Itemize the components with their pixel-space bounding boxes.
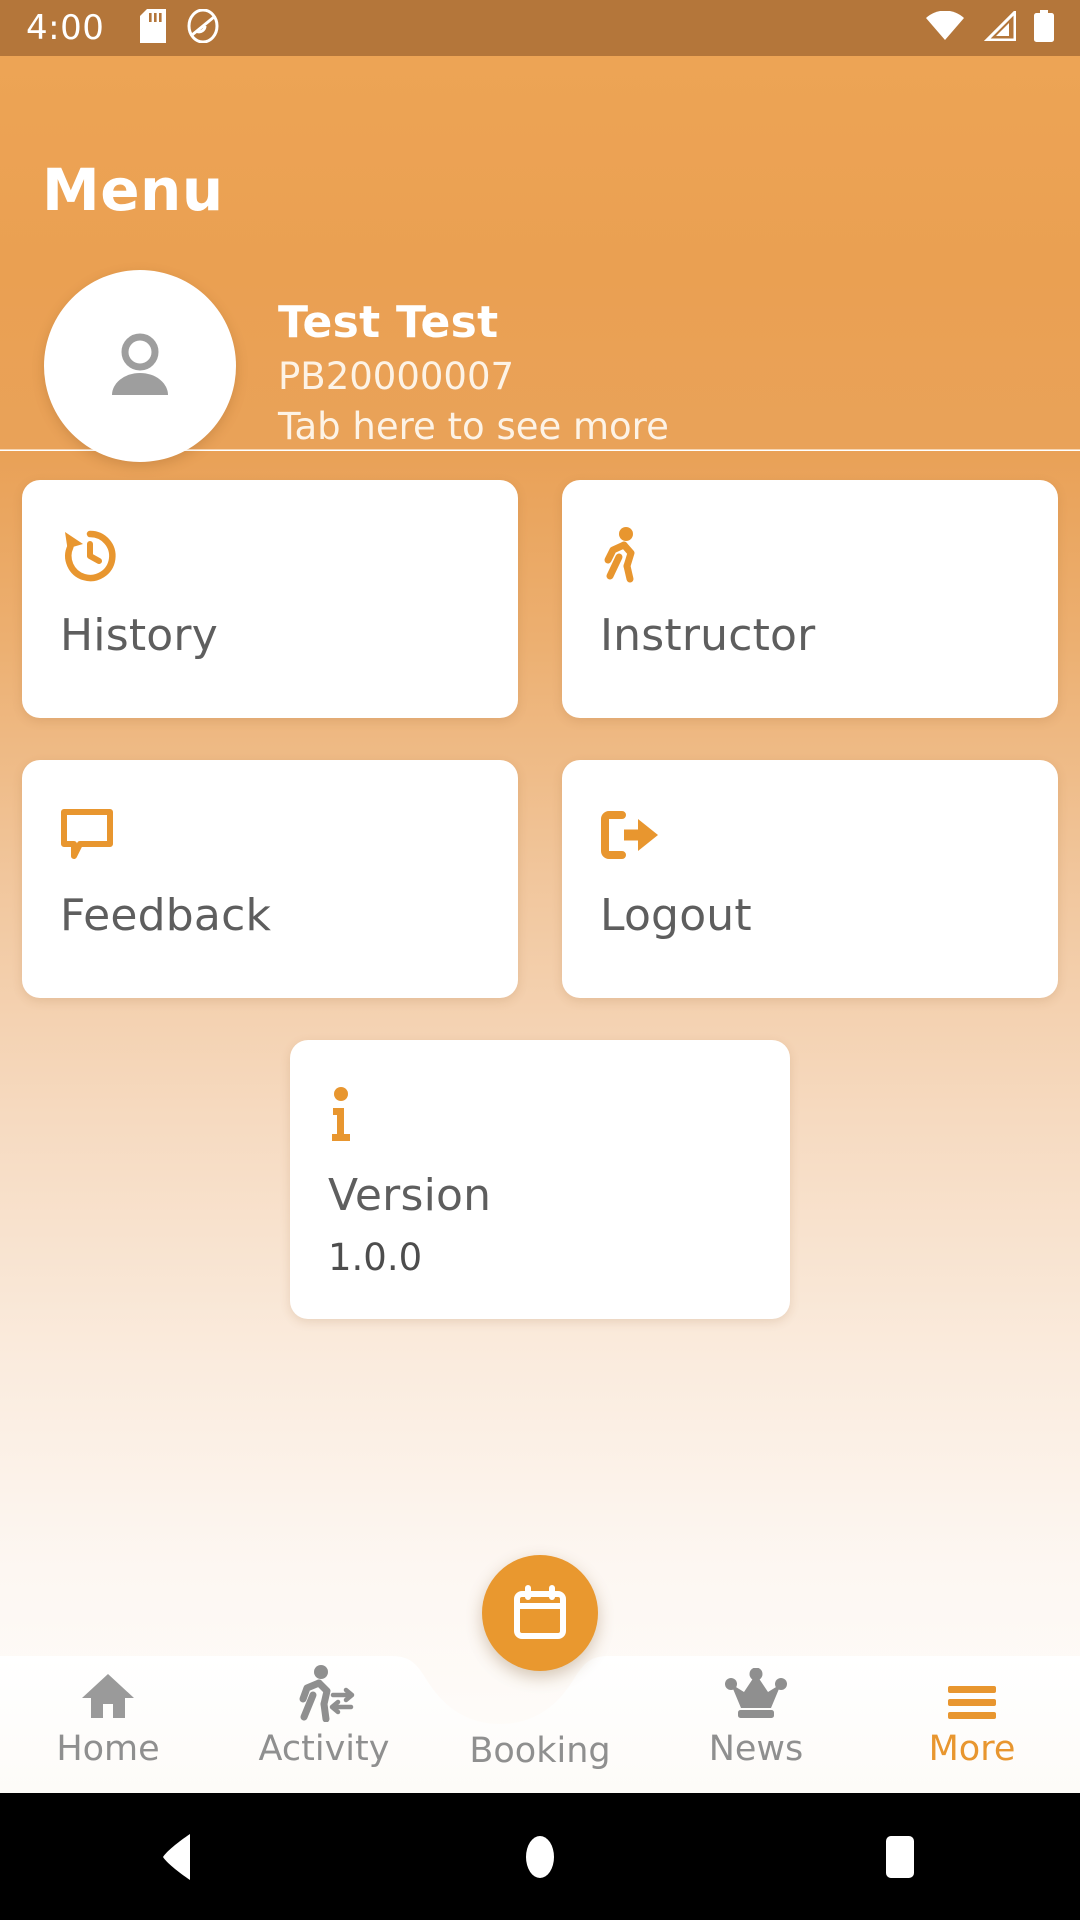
menu-row-2: Feedback Logout: [0, 760, 1080, 998]
menu-row-3: Version 1.0.0: [0, 1040, 1080, 1320]
profile-name: Test Test: [278, 297, 499, 348]
menu-card-label: Logout: [600, 890, 752, 941]
page-title: Menu: [42, 156, 224, 224]
menu-card-label: Instructor: [600, 610, 816, 661]
speech-bubble-icon: [60, 804, 480, 866]
home-icon: [80, 1660, 136, 1722]
menu-row-1: History Instructor: [0, 480, 1080, 718]
history-clock-icon: [60, 524, 480, 586]
nav-item-home[interactable]: Home: [0, 1638, 216, 1767]
nav-label: News: [708, 1729, 804, 1769]
nav-label: Booking: [469, 1731, 611, 1771]
cell-signal-icon: [982, 8, 1017, 45]
status-bar-left-icons: [140, 8, 220, 47]
nav-item-activity[interactable]: Activity: [216, 1638, 432, 1767]
info-icon: [328, 1084, 752, 1146]
logout-arrow-icon: [600, 804, 1020, 866]
recents-square-icon: [886, 1835, 914, 1878]
status-bar-clock: 4:00: [26, 8, 105, 48]
profile-hint: Tab here to see more: [278, 404, 669, 448]
version-label: Version: [328, 1170, 492, 1221]
app-root: 4:00 Menu Test Test PB20000007 Tab here …: [0, 0, 1080, 1920]
profile-text: Test Test PB20000007 Tab here to see mor…: [278, 284, 669, 450]
battery-full-icon: [1034, 10, 1054, 46]
booking-fab-button[interactable]: [482, 1555, 598, 1671]
recents-button[interactable]: [840, 1817, 960, 1897]
menu-card-feedback[interactable]: Feedback: [22, 760, 518, 998]
menu-card-version[interactable]: Version 1.0.0: [290, 1040, 790, 1320]
menu-card-label: History: [60, 610, 218, 661]
activity-walk-icon: [291, 1660, 357, 1722]
walking-person-icon: [600, 524, 1020, 586]
profile-member-id: PB20000007: [278, 355, 515, 399]
calendar-icon: [514, 1585, 566, 1639]
back-button[interactable]: [120, 1817, 240, 1897]
nav-item-news[interactable]: News: [648, 1638, 864, 1767]
home-circle-icon: [526, 1835, 554, 1878]
home-button[interactable]: [480, 1817, 600, 1897]
version-value: 1.0.0: [328, 1236, 423, 1280]
menu-header: Menu Test Test PB20000007 Tab here to se…: [0, 56, 1080, 462]
nav-label: More: [928, 1729, 1016, 1769]
menu-card-instructor[interactable]: Instructor: [562, 480, 1058, 718]
menu-grid: History Instructor Feedback Logout Versi…: [0, 480, 1080, 1320]
hamburger-menu-icon: [946, 1660, 998, 1722]
back-triangle-icon: [163, 1833, 190, 1880]
nav-label: Activity: [258, 1729, 390, 1769]
nav-label: Home: [56, 1729, 160, 1769]
sd-card-icon: [140, 9, 167, 47]
person-icon: [112, 333, 168, 395]
menu-card-logout[interactable]: Logout: [562, 760, 1058, 998]
menu-card-label: Feedback: [60, 890, 272, 941]
crown-icon: [725, 1660, 787, 1722]
wifi-icon: [926, 10, 964, 45]
status-bar: 4:00: [0, 0, 1080, 56]
profile-section[interactable]: Test Test PB20000007 Tab here to see mor…: [44, 270, 1044, 462]
menu-card-history[interactable]: History: [22, 480, 518, 718]
status-bar-right-icons: [926, 8, 1054, 46]
avatar[interactable]: [44, 270, 236, 462]
do-not-disturb-icon: [186, 8, 220, 47]
system-navigation-bar: [0, 1793, 1080, 1920]
header-divider: [0, 449, 1080, 451]
nav-item-more[interactable]: More: [864, 1638, 1080, 1767]
